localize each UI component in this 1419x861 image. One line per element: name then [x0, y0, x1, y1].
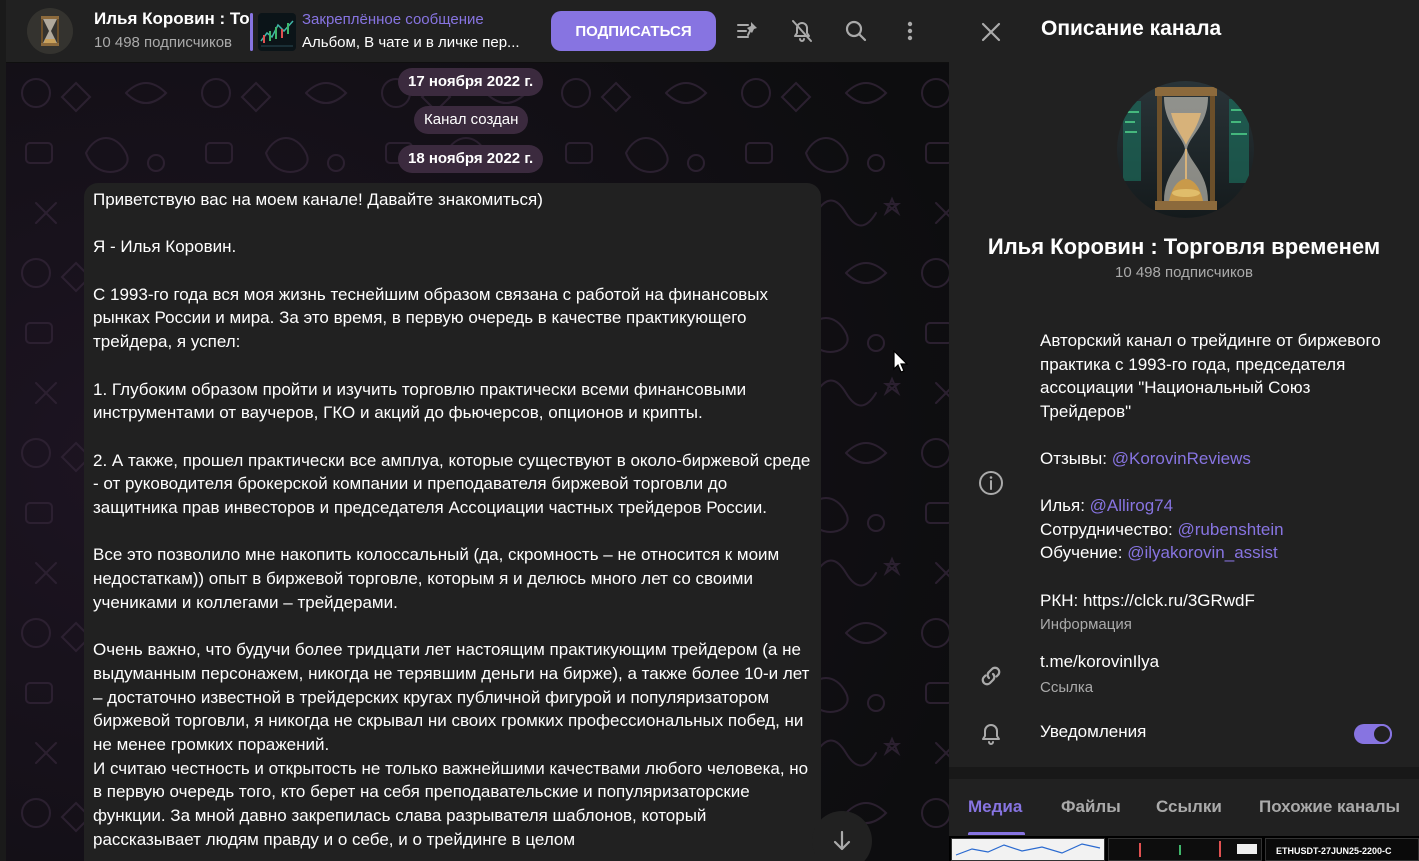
- media-thumbnail[interactable]: [951, 838, 1105, 861]
- description-reviews-line: Отзывы: @KorovinReviews: [1040, 448, 1251, 468]
- mute-bell-icon[interactable]: [788, 17, 816, 45]
- cooperation-link[interactable]: @rubenshtein: [1178, 520, 1284, 539]
- channel-link[interactable]: t.me/korovinIlya: [1040, 652, 1159, 672]
- channel-avatar-large[interactable]: [1117, 81, 1254, 218]
- message-paragraph: 2. А также, прошел практически все амплу…: [93, 450, 811, 518]
- education-link[interactable]: @ilyakorovin_assist: [1127, 543, 1277, 562]
- close-icon[interactable]: [977, 18, 1005, 46]
- more-vertical-icon[interactable]: [896, 17, 924, 45]
- pinned-title[interactable]: Закреплённое сообщение: [302, 11, 484, 28]
- channel-subscribers: 10 498 подписчиков: [94, 34, 233, 51]
- channel-avatar[interactable]: [27, 8, 73, 54]
- description-caption: Информация: [1040, 616, 1132, 633]
- tab-similar-channels[interactable]: Похожие каналы: [1259, 797, 1400, 817]
- subscribe-button[interactable]: ПОДПИСАТЬСЯ: [551, 11, 716, 51]
- tab-media[interactable]: Медиа: [968, 797, 1022, 817]
- description-ilya-line: Илья: @Allirog74: [1040, 496, 1174, 516]
- pinned-text[interactable]: Альбом, В чате и в личке пер...: [302, 34, 530, 51]
- search-icon[interactable]: [842, 17, 870, 45]
- panel-divider: [949, 767, 1419, 779]
- link-icon: [981, 666, 1001, 686]
- bell-icon: [982, 724, 1000, 745]
- chat-header[interactable]: Илья Коровин : Торговля временем 10 498 …: [6, 0, 949, 63]
- description-coop-line: Сотрудничество: @rubenshtein: [1040, 519, 1284, 539]
- pinned-thumbnail[interactable]: [258, 13, 296, 51]
- ilya-link[interactable]: @Allirog74: [1090, 496, 1173, 515]
- notifications-label: Уведомления: [1040, 722, 1147, 741]
- active-tab-indicator: [968, 832, 1025, 835]
- info-icon: [979, 471, 1003, 495]
- message-paragraph: Все это позволило мне накопить колоссаль…: [93, 545, 780, 612]
- channel-description[interactable]: Авторский канал о трейдинге от биржевого…: [1040, 329, 1390, 612]
- date-separator: 17 ноября 2022 г.: [398, 68, 544, 96]
- service-message: Канал создан: [414, 106, 529, 134]
- chat-area: Илья Коровин : Торговля временем 10 498 …: [0, 0, 949, 861]
- pinned-list-icon[interactable]: [734, 17, 762, 45]
- tab-links[interactable]: Ссылки: [1156, 797, 1222, 817]
- arrow-down-icon: [833, 830, 851, 851]
- panel-title: Описание канала: [1041, 17, 1222, 40]
- link-caption: Ссылка: [1040, 679, 1094, 696]
- message-paragraph: Очень важно, что будучи более тридцати л…: [93, 640, 810, 755]
- pinned-indicator: [250, 13, 253, 51]
- description-rkn-line: РКН: https://clck.ru/3GRwdF: [1040, 590, 1255, 610]
- message-paragraph: Я - Илья Коровин.: [93, 237, 237, 257]
- channel-message[interactable]: Приветствую вас на моем канале! Давайте …: [84, 183, 821, 861]
- date-separator: 18 ноября 2022 г.: [398, 145, 544, 173]
- description-edu-line: Обучение: @ilyakorovin_assist: [1040, 543, 1278, 563]
- notifications-toggle[interactable]: [1354, 724, 1392, 744]
- message-paragraph: И считаю честность и открытость не тольк…: [93, 758, 809, 849]
- message-paragraph: С 1993-го года вся моя жизнь теснейшим о…: [93, 284, 769, 352]
- channel-title[interactable]: Илья Коровин : Торговля временем: [94, 9, 249, 29]
- message-paragraph: Приветствую вас на моем канале! Давайте …: [93, 190, 543, 209]
- mouse-cursor-icon: [893, 350, 909, 373]
- media-thumbnail[interactable]: [1108, 838, 1262, 861]
- tab-files[interactable]: Файлы: [1061, 797, 1121, 817]
- description-text: Авторский канал о трейдинге от биржевого…: [1040, 331, 1381, 421]
- reviews-link[interactable]: @KorovinReviews: [1112, 449, 1251, 468]
- channel-info-panel: Описание канала Илья Коровин: Торговля …: [949, 0, 1419, 861]
- channel-name: Илья Коровин : Торговля временем: [987, 234, 1381, 259]
- media-caption: ETHUSDT-27JUN25-2200-C: [1276, 846, 1392, 856]
- channel-subscriber-count: 10 498 подписчиков: [1114, 264, 1253, 281]
- message-paragraph: 1. Глубоким образом пройти и изучить тор…: [93, 379, 747, 423]
